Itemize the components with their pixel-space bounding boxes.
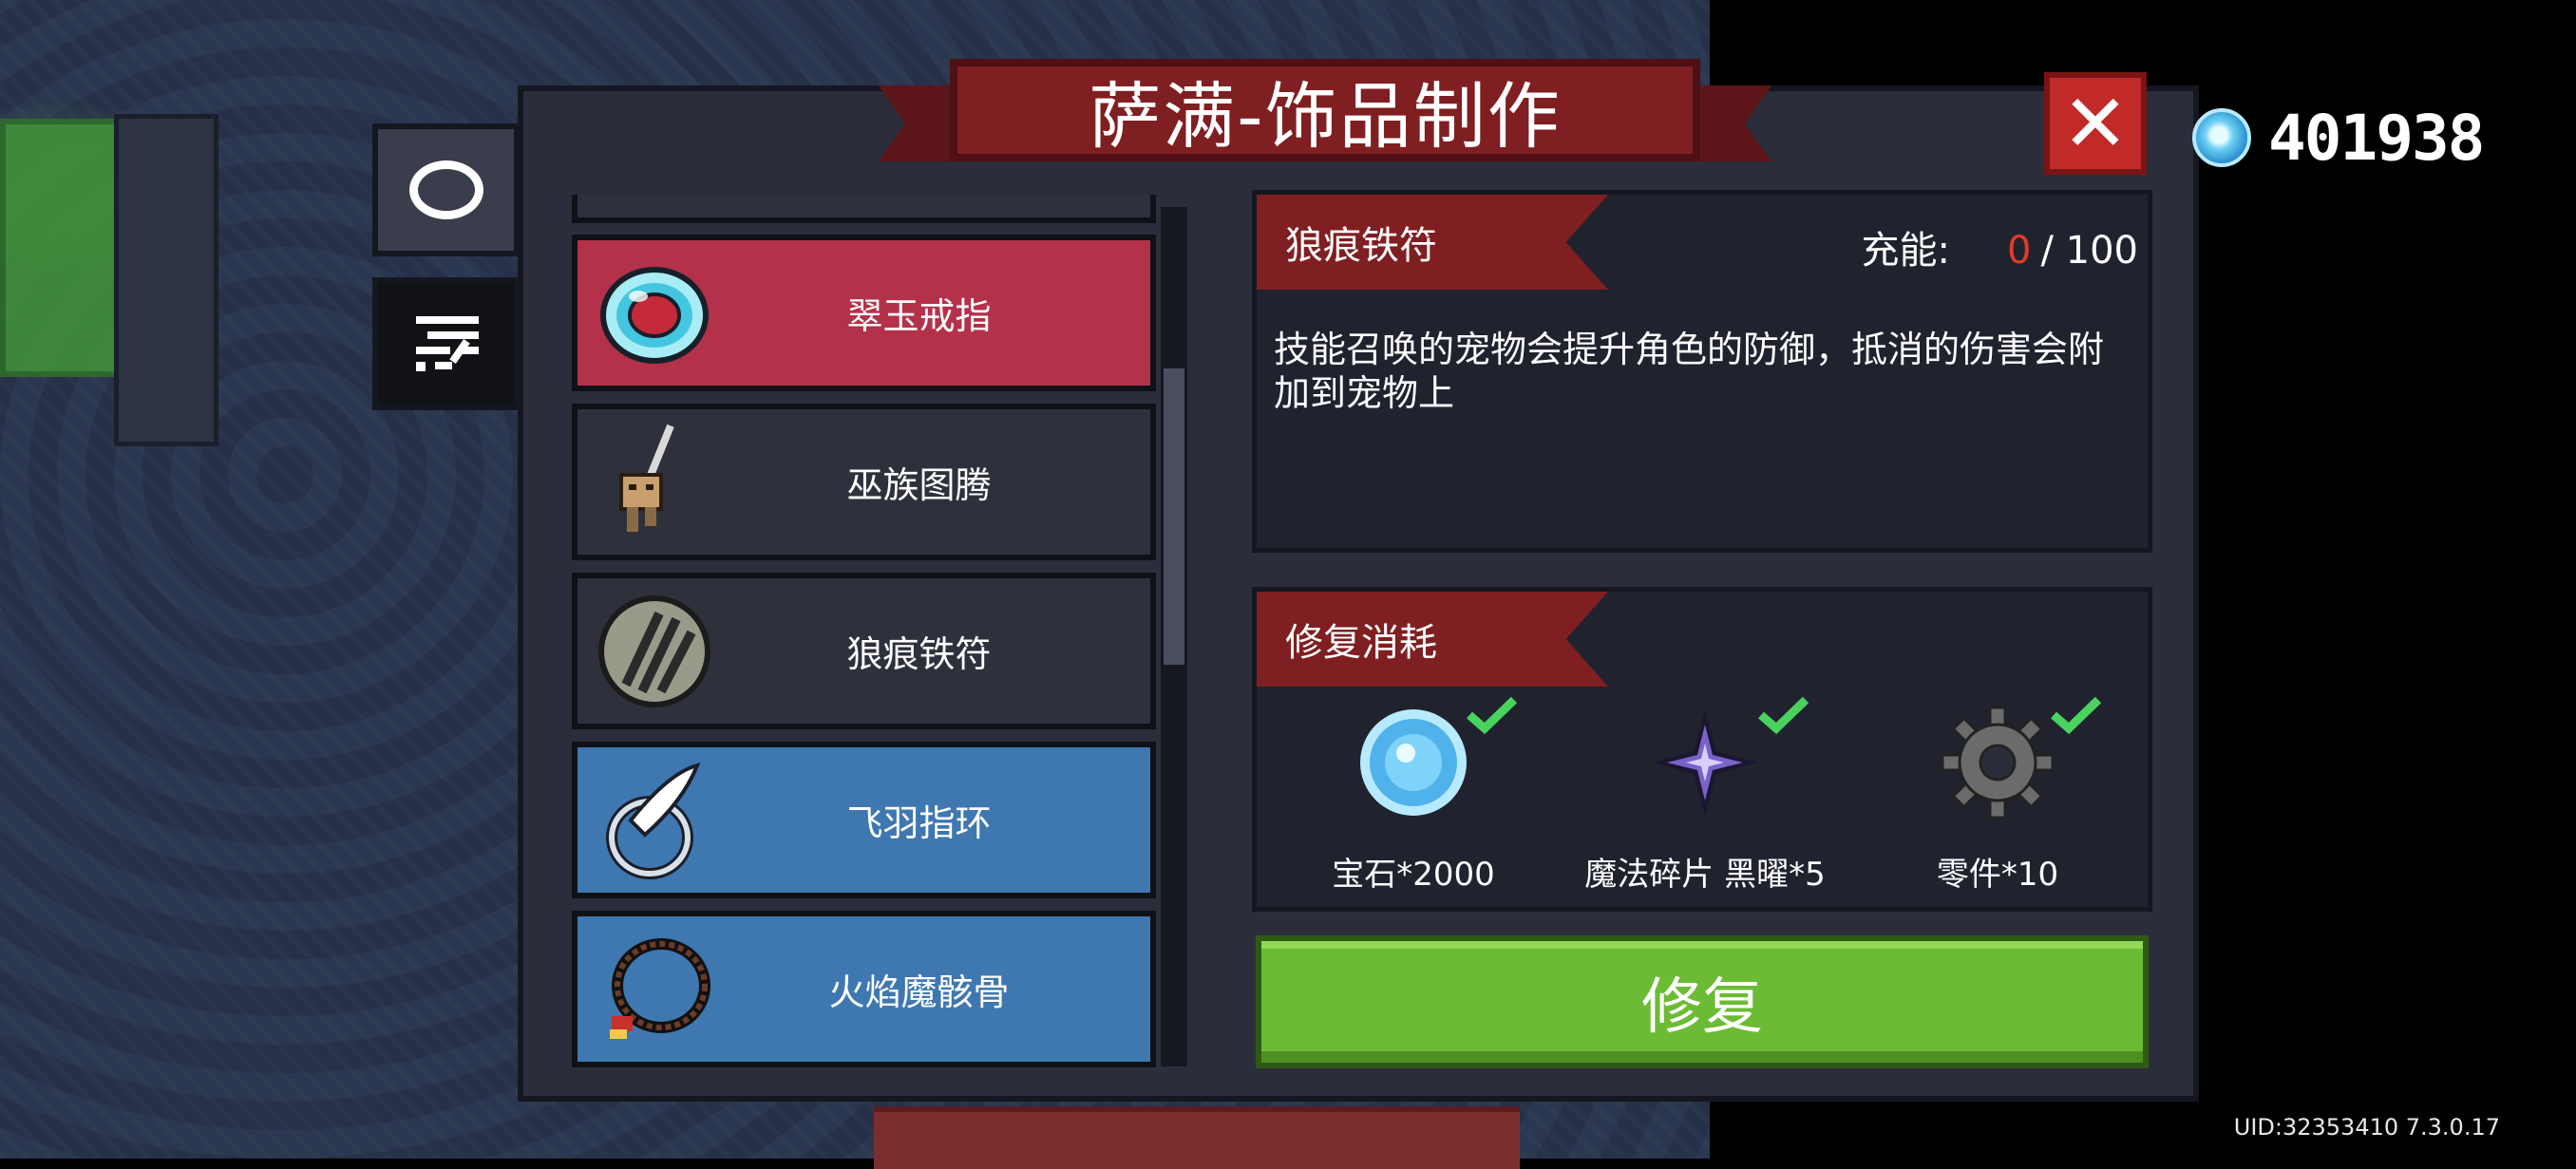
filter-tab[interactable] xyxy=(372,277,520,410)
moss-block xyxy=(0,119,125,377)
gem-icon xyxy=(2192,108,2251,167)
filter-icon xyxy=(415,316,479,371)
cost-label: 魔法碎片 黑曜*5 xyxy=(1584,856,1826,894)
jade-ring-icon xyxy=(593,247,726,380)
list-item-claw-talisman[interactable]: 狼痕铁符 xyxy=(572,573,1156,729)
list-item-label: 飞羽指环 xyxy=(846,802,992,844)
feather-ring-icon xyxy=(593,754,726,887)
repair-button[interactable]: 修复 xyxy=(1256,935,2149,1068)
scrollbar-thumb[interactable] xyxy=(1164,368,1184,665)
list-item-label: 翠玉戒指 xyxy=(846,295,992,337)
claw-talisman-icon xyxy=(593,585,726,718)
check-icon xyxy=(1758,696,1809,734)
list-item-jade-ring[interactable]: 翠玉戒指 xyxy=(572,235,1156,391)
gear-part-icon xyxy=(1941,706,2055,820)
cost-title: 修复消耗 xyxy=(1257,592,1608,687)
uid-version: UID:32353410 7.3.0.17 xyxy=(2233,1114,2500,1141)
title-banner: 萨满-饰品制作 xyxy=(879,38,1771,180)
item-name: 狼痕铁符 xyxy=(1257,195,1608,290)
cost-label: 宝石*2000 xyxy=(1332,856,1495,894)
cost-label: 零件*10 xyxy=(1936,856,2059,894)
item-description: 技能召唤的宠物会提升角色的防御，抵消的伤害会附加到宠物上 xyxy=(1274,329,2105,414)
totem-icon xyxy=(593,416,726,549)
item-list[interactable]: 翠玉戒指 巫族图腾 狼痕铁符 飞羽指环 火焰魔骸骨 xyxy=(560,195,1168,1068)
list-item-bone-necklace[interactable]: 火焰魔骸骨 xyxy=(572,911,1156,1067)
check-icon xyxy=(2051,696,2102,734)
cost-item-obsidian: 魔法碎片 黑曜*5 xyxy=(1563,696,1847,895)
charge-label: 充能: xyxy=(1861,229,1950,273)
list-item-label: 狼痕铁符 xyxy=(846,633,992,675)
floor-banner xyxy=(874,1106,1520,1169)
bone-necklace-icon xyxy=(593,923,726,1056)
list-item[interactable] xyxy=(572,195,1156,223)
charge-readout: 充能: 0/ 100 xyxy=(1862,219,2138,274)
gem-icon xyxy=(1356,706,1470,820)
currency-value: 401938 xyxy=(2268,101,2485,175)
ring-tab[interactable] xyxy=(372,123,520,256)
repair-cost: 修复消耗 宝石*2000 魔法碎片 黑曜*5 零件*10 xyxy=(1252,587,2152,912)
obsidian-shard-icon xyxy=(1648,706,1762,820)
cost-item-part: 零件*10 xyxy=(1855,696,2140,895)
wooden-plank xyxy=(114,114,218,446)
cost-item-gem: 宝石*2000 xyxy=(1271,696,1556,895)
charge-max: / 100 xyxy=(2040,229,2138,273)
close-button[interactable]: ✕ xyxy=(2044,72,2147,175)
page-title: 萨满-饰品制作 xyxy=(950,59,1700,161)
charge-current: 0 xyxy=(2007,229,2032,273)
list-item-label: 巫族图腾 xyxy=(846,464,992,506)
currency-display: 401938 xyxy=(2192,100,2485,176)
check-icon xyxy=(1467,696,1518,734)
list-item-feather-ring[interactable]: 飞羽指环 xyxy=(572,742,1156,898)
list-item-label: 火焰魔骸骨 xyxy=(828,971,1010,1013)
close-icon: ✕ xyxy=(2061,77,2130,170)
list-item-totem[interactable]: 巫族图腾 xyxy=(572,404,1156,560)
item-detail: 狼痕铁符 充能: 0/ 100 技能召唤的宠物会提升角色的防御，抵消的伤害会附加到… xyxy=(1252,190,2152,553)
ring-icon xyxy=(408,160,483,219)
